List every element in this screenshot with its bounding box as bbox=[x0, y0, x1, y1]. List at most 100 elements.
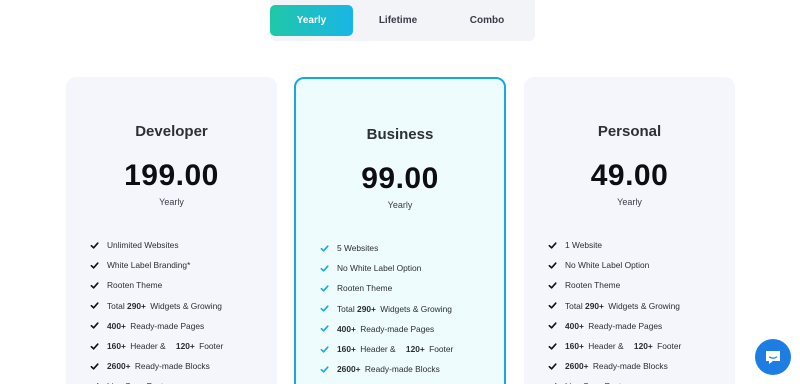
feature-item: 400+ Ready-made Pages bbox=[90, 316, 223, 336]
tab-yearly[interactable]: Yearly bbox=[270, 5, 353, 36]
feature-label: Ready-made Pages bbox=[357, 323, 435, 334]
feature-text: Unlimited Websites bbox=[107, 240, 179, 250]
checkmark-icon bbox=[320, 325, 329, 332]
feature-text: Rooten Theme bbox=[565, 280, 620, 290]
tab-combo[interactable]: Combo bbox=[442, 5, 532, 36]
feature-label: Footer bbox=[426, 344, 454, 355]
feature-count: 2600+ bbox=[337, 364, 361, 375]
feature-list: 1 Website No White Label Option Rooten The… bbox=[548, 235, 681, 384]
checkmark-icon bbox=[90, 262, 99, 269]
feature-text: No White Label Option bbox=[565, 260, 649, 270]
feature-text: 160+ Header & 120+ Footer bbox=[107, 341, 223, 351]
checkmark-icon bbox=[90, 282, 99, 289]
feature-label: Footer bbox=[654, 341, 682, 352]
feature-count: 120+ bbox=[175, 341, 195, 352]
feature-count: 120+ bbox=[405, 344, 425, 355]
billing-period-tabs: Yearly Lifetime Combo bbox=[270, 0, 535, 41]
feature-text: 5 Websites bbox=[337, 243, 378, 253]
plan-price: 49.00 bbox=[590, 159, 669, 192]
feature-list: Unlimited Websites White Label Branding* R… bbox=[90, 235, 223, 384]
feature-text: White Label Branding* bbox=[107, 260, 190, 270]
feature-prefix: Total bbox=[337, 303, 358, 314]
feature-label: Ready-made Pages bbox=[585, 320, 663, 331]
feature-count: 290+ bbox=[357, 303, 376, 314]
checkmark-icon bbox=[320, 285, 329, 292]
plan-name: Business bbox=[366, 126, 434, 143]
tab-lifetime[interactable]: Lifetime bbox=[360, 5, 436, 36]
feature-label: Rooten Theme bbox=[565, 280, 621, 291]
checkmark-icon bbox=[548, 302, 557, 309]
checkmark-icon bbox=[548, 282, 557, 289]
feature-count: 160+ bbox=[337, 344, 356, 355]
feature-label: 1 Website bbox=[565, 240, 603, 251]
feature-label: Header & bbox=[127, 341, 168, 352]
feature-label: Ready-made Blocks bbox=[590, 361, 668, 372]
plan-period: Yearly bbox=[387, 200, 413, 210]
feature-item: 400+ Ready-made Pages bbox=[548, 316, 681, 336]
feature-item: Rooten Theme bbox=[90, 275, 223, 295]
plan-period: Yearly bbox=[617, 197, 642, 207]
feature-text: 1 Website bbox=[565, 240, 602, 250]
feature-item: 1 Website bbox=[548, 235, 681, 255]
feature-count: 160+ bbox=[565, 341, 584, 352]
feature-list: 5 Websites No White Label Option Rooten Th… bbox=[320, 238, 453, 384]
feature-item: Rooten Theme bbox=[320, 278, 453, 298]
feature-item: Total 290+ Widgets & Growing bbox=[320, 299, 453, 319]
feature-label: 5 Websites bbox=[337, 243, 379, 254]
pricing-card-business: Business 99.00 Yearly 5 Websites No White… bbox=[294, 77, 506, 384]
feature-item: 160+ Header & 120+ Footer bbox=[548, 336, 681, 356]
feature-text: Total 290+ Widgets & Growing bbox=[565, 301, 680, 311]
feature-count: 400+ bbox=[337, 323, 356, 334]
feature-label: White Label Branding* bbox=[107, 260, 191, 271]
feature-item: Total 290+ Widgets & Growing bbox=[90, 296, 223, 316]
feature-item: 2600+ Ready-made Blocks bbox=[90, 356, 223, 376]
feature-count: 290+ bbox=[585, 300, 604, 311]
feature-label: Widgets & Growing bbox=[147, 300, 222, 311]
feature-text: 2600+ Ready-made Blocks bbox=[107, 361, 210, 371]
plan-name: Developer bbox=[135, 123, 208, 140]
feature-text: Rooten Theme bbox=[107, 280, 162, 290]
feature-label: Widgets & Growing bbox=[377, 303, 452, 314]
feature-item: 5 Websites bbox=[320, 238, 453, 258]
checkmark-icon bbox=[320, 366, 329, 373]
plan-price: 99.00 bbox=[361, 162, 439, 195]
feature-count: 160+ bbox=[107, 341, 126, 352]
feature-text: Total 290+ Widgets & Growing bbox=[337, 304, 452, 314]
feature-label: Header & bbox=[585, 341, 626, 352]
feature-label: Ready-made Blocks bbox=[132, 361, 210, 372]
feature-label: Rooten Theme bbox=[107, 280, 163, 291]
feature-label: Widgets & Growing bbox=[605, 300, 680, 311]
pricing-card-personal: Personal 49.00 Yearly 1 Website No White … bbox=[524, 77, 735, 384]
feature-item: Live Copy Paste bbox=[90, 376, 223, 384]
feature-text: 160+ Header & 120+ Footer bbox=[337, 344, 453, 354]
feature-label: Unlimited Websites bbox=[107, 240, 179, 251]
feature-item: Live Copy Paste bbox=[548, 376, 681, 384]
feature-label: Header & bbox=[357, 344, 398, 355]
feature-prefix: Total bbox=[565, 300, 586, 311]
feature-text: Rooten Theme bbox=[337, 283, 392, 293]
checkmark-icon bbox=[548, 342, 557, 350]
checkmark-icon bbox=[548, 363, 557, 370]
feature-text: No White Label Option bbox=[337, 263, 421, 273]
feature-text: 2600+ Ready-made Blocks bbox=[337, 364, 440, 374]
feature-text: 400+ Ready-made Pages bbox=[565, 321, 662, 331]
feature-item: No White Label Option bbox=[548, 255, 681, 275]
checkmark-icon bbox=[90, 302, 99, 309]
chat-button[interactable] bbox=[755, 339, 791, 375]
feature-count: 120+ bbox=[633, 341, 653, 352]
feature-item: Unlimited Websites bbox=[90, 235, 223, 255]
feature-item: Live Copy Paste bbox=[320, 379, 453, 384]
feature-label: Rooten Theme bbox=[337, 283, 393, 294]
feature-label: No White Label Option bbox=[337, 263, 422, 274]
checkmark-icon bbox=[320, 265, 329, 272]
feature-item: Rooten Theme bbox=[548, 275, 681, 295]
feature-label: Footer bbox=[196, 341, 224, 352]
checkmark-icon bbox=[548, 241, 557, 249]
feature-prefix: Total bbox=[107, 300, 128, 311]
feature-item: 160+ Header & 120+ Footer bbox=[90, 336, 223, 356]
feature-text: 160+ Header & 120+ Footer bbox=[565, 341, 681, 351]
feature-count: 2600+ bbox=[565, 361, 589, 372]
plan-price: 199.00 bbox=[124, 159, 219, 192]
feature-count: 290+ bbox=[127, 300, 146, 311]
feature-item: 160+ Header & 120+ Footer bbox=[320, 339, 453, 359]
